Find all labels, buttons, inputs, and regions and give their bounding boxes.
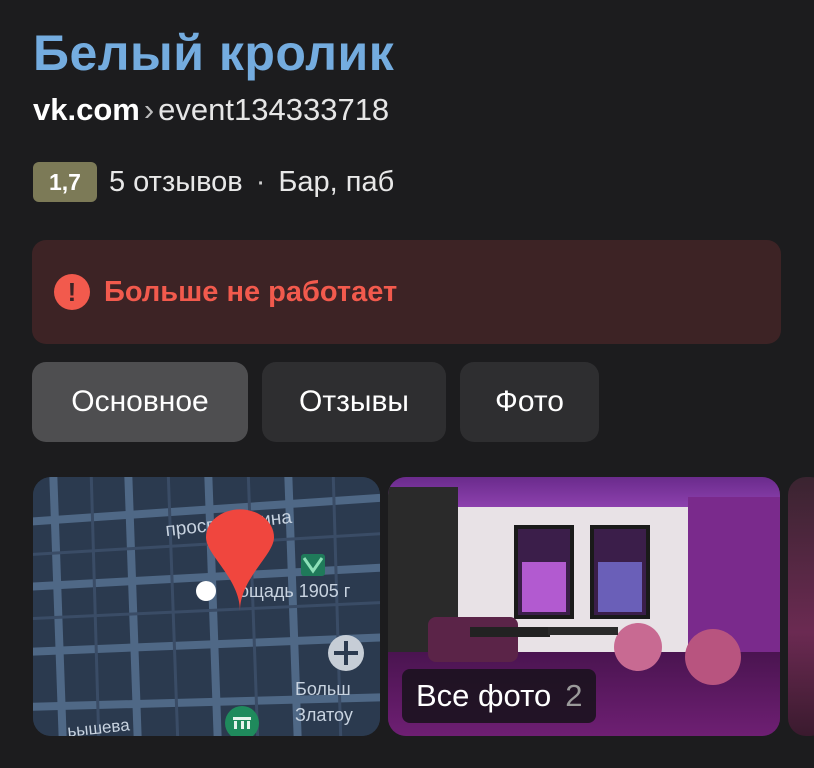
place-title: Белый кролик (33, 25, 395, 81)
place-meta: 1,7 5 отзывов · Бар, паб (33, 162, 394, 202)
hospital-icon (328, 635, 364, 671)
photos-count: 2 (565, 678, 583, 713)
all-photos-label: Все фото (416, 678, 552, 713)
exclamation-icon: ! (54, 274, 90, 310)
map-building-label-1: Больш (295, 679, 351, 699)
reviews-count[interactable]: 5 отзывов (109, 166, 243, 199)
map-square-label: ощадь 1905 г (239, 581, 351, 601)
location-map[interactable]: просп. Ленина ощадь 1905 г Больш Златоу … (33, 477, 380, 736)
url-path[interactable]: event134333718 (158, 92, 389, 127)
tab-bar: Основное Отзывы Фото (32, 362, 613, 442)
place-url[interactable]: vk.com › event134333718 (33, 92, 389, 128)
closed-status-banner: ! Больше не работает (32, 240, 781, 344)
gallery-photo-next[interactable] (788, 477, 814, 736)
tab-reviews[interactable]: Отзывы (262, 362, 446, 442)
place-category: Бар, паб (278, 165, 395, 198)
url-domain[interactable]: vk.com (33, 92, 140, 127)
metro-icon (301, 554, 325, 576)
rating-badge: 1,7 (33, 162, 97, 202)
tab-photos[interactable]: Фото (460, 362, 599, 442)
all-photos-button[interactable]: Все фото 2 (402, 669, 597, 723)
meta-separator: · (255, 165, 266, 198)
url-separator: › (143, 92, 155, 127)
map-building-label-2: Златоу (295, 705, 353, 725)
tab-main[interactable]: Основное (32, 362, 248, 442)
gallery-photo[interactable]: Все фото 2 (388, 477, 780, 736)
status-text: Больше не работает (104, 275, 398, 308)
